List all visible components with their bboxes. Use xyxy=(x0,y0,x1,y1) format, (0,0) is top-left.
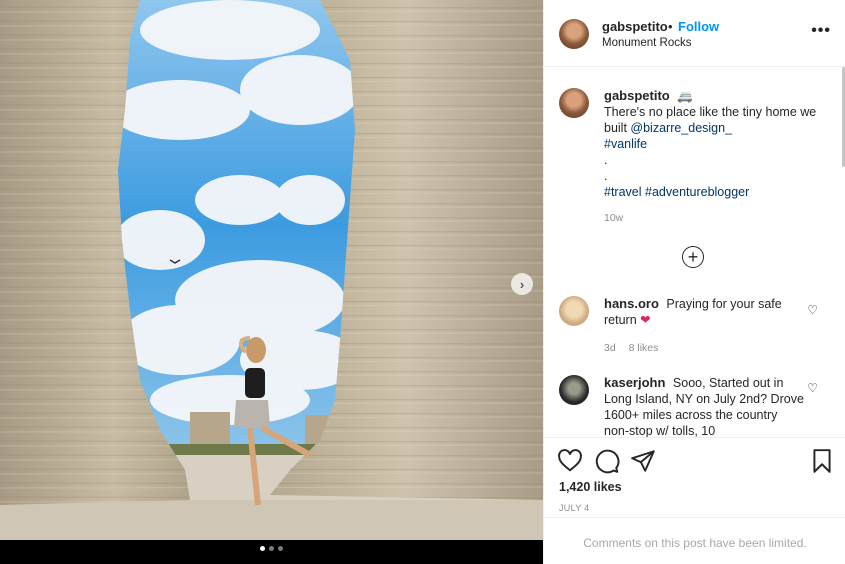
post-header: gabspetito • Follow Monument Rocks ••• xyxy=(544,0,845,67)
hashtag-link[interactable]: #adventureblogger xyxy=(645,185,749,199)
next-photo-button[interactable]: › xyxy=(511,273,533,295)
post-photo[interactable]: › xyxy=(0,0,543,564)
limited-text: Comments on this post have been limited. xyxy=(583,536,807,550)
carousel-dot xyxy=(278,546,283,551)
comment-username[interactable]: kaserjohn xyxy=(604,375,665,390)
hashtag-link[interactable]: #travel xyxy=(604,185,642,199)
post-date[interactable]: JULY 4 xyxy=(559,503,589,513)
comment-age[interactable]: 3d xyxy=(604,342,616,354)
avatar[interactable] xyxy=(559,296,589,326)
hashtag-link[interactable]: #vanlife xyxy=(604,137,647,151)
separator: • xyxy=(668,19,673,34)
carousel-dot xyxy=(269,546,274,551)
avatar[interactable] xyxy=(559,88,589,118)
carousel-dot xyxy=(260,546,265,551)
comment-meta: 3d 8 likes xyxy=(604,340,804,356)
mention-link[interactable]: @bizarre_design_ xyxy=(630,121,732,135)
likes-count[interactable]: 1,420 likes xyxy=(559,480,622,494)
post-location[interactable]: Monument Rocks xyxy=(602,37,691,49)
carousel-indicator xyxy=(260,546,283,551)
follow-button[interactable]: Follow xyxy=(678,19,719,34)
comment-icon[interactable] xyxy=(594,448,620,474)
comments-limited-notice: Comments on this post have been limited. xyxy=(544,517,845,564)
caption-meta: 10w xyxy=(604,210,829,226)
chevron-right-icon: › xyxy=(519,276,525,292)
post-panel: gabspetito • Follow Monument Rocks ••• g… xyxy=(543,0,845,564)
comment-likes[interactable]: 8 likes xyxy=(629,342,659,354)
post-username[interactable]: gabspetito xyxy=(602,19,668,34)
like-comment-heart-icon[interactable]: ♡ xyxy=(807,381,818,395)
post-actions: 1,420 likes JULY 4 xyxy=(544,437,845,517)
caption-age[interactable]: 10w xyxy=(604,212,623,224)
like-comment-heart-icon[interactable]: ♡ xyxy=(807,303,818,317)
more-options-icon[interactable]: ••• xyxy=(811,22,831,40)
avatar[interactable] xyxy=(559,375,589,405)
add-comment-icon[interactable]: + xyxy=(682,246,704,268)
caption-dot: . xyxy=(604,153,608,167)
bookmark-icon[interactable] xyxy=(809,448,835,474)
comment-item: kaserjohn Sooo, Started out in Long Isla… xyxy=(604,375,804,437)
caption-username[interactable]: gabspetito xyxy=(604,88,670,103)
share-icon[interactable] xyxy=(630,448,656,474)
comment-item: hans.oro Praying for your safe return ❤ … xyxy=(604,296,804,356)
post-caption: gabspetito 🚐 There's no place like the t… xyxy=(604,88,829,226)
heart-emoji: ❤ xyxy=(640,313,651,327)
comment-username[interactable]: hans.oro xyxy=(604,296,659,311)
photo-image xyxy=(0,0,543,540)
van-emoji: 🚐 xyxy=(677,89,693,103)
avatar[interactable] xyxy=(559,19,589,49)
comments-area[interactable]: gabspetito 🚐 There's no place like the t… xyxy=(544,67,845,437)
heart-icon[interactable] xyxy=(557,448,583,474)
caption-dot: . xyxy=(604,169,608,183)
